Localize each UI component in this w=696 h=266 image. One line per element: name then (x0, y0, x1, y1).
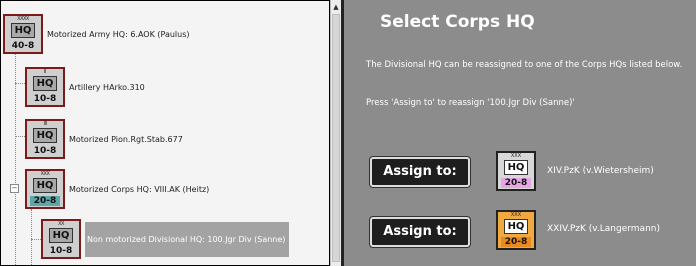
unit-strength: 40-8 (11, 41, 35, 51)
unit-strength: 20-8 (501, 178, 531, 188)
unit-strength: 20-8 (30, 196, 60, 206)
tree-node-corps-hq[interactable]: XXX HQ 20-8 Motorized Corps HQ: VIII.AK … (25, 169, 209, 209)
unit-strength: 10-8 (33, 146, 57, 156)
panel-description: The Divisional HQ can be reassigned to o… (366, 60, 683, 70)
corps-hq-counter: XXX HQ 20-8 (25, 169, 65, 209)
hq-symbol: HQ (33, 128, 57, 143)
panel-title: Select Corps HQ (380, 12, 535, 32)
corps-option-label: XIV.PzK (v.Wietersheim) (547, 166, 654, 176)
select-corps-panel: Select Corps HQ The Divisional HQ can be… (344, 0, 696, 266)
unit-size-pips: XXXX (17, 16, 29, 22)
assign-to-button-xiv-pzk[interactable]: Assign to: (370, 157, 470, 187)
tree-guide-line (15, 136, 25, 137)
tree-node-divisional-hq-selected[interactable]: XX HQ 10-8 Non motorized Divisional HQ: … (41, 219, 289, 259)
unit-size-pips: XXX (40, 171, 50, 177)
unit-strength: 10-8 (49, 246, 73, 256)
unit-strength: 10-8 (33, 94, 57, 104)
tree-node-label: Motorized Corps HQ: VIII.AK (Heitz) (69, 184, 210, 194)
tree-node-pioneer-regiment[interactable]: III HQ 10-8 Motorized Pion.Rgt.Stab.677 (25, 119, 183, 159)
tree-guide-line (15, 43, 16, 265)
xiv-pzk-counter[interactable]: XXX HQ 20-8 (496, 151, 536, 191)
hq-symbol: HQ (504, 219, 528, 234)
unit-size-pips: II (44, 69, 46, 75)
unit-size-pips: XX (58, 221, 64, 227)
hq-symbol: HQ (49, 228, 73, 243)
army-hq-counter: XXXX HQ 40-8 (3, 14, 43, 54)
tree-scrollbar[interactable]: ▲ (330, 0, 341, 266)
tree-guide-line (31, 209, 32, 265)
corps-option-label: XXIV.PzK (v.Langermann) (547, 224, 660, 234)
hq-symbol: HQ (504, 160, 528, 175)
assign-to-button-xxiv-pzk[interactable]: Assign to: (370, 217, 470, 247)
hq-symbol: HQ (33, 178, 57, 193)
tree-node-label: Motorized Pion.Rgt.Stab.677 (69, 134, 183, 144)
tree-node-army-hq[interactable]: XXXX HQ 40-8 Motorized Army HQ: 6.AOK (P… (3, 14, 190, 54)
panel-instruction: Press 'Assign to' to reassign '100.Jgr D… (366, 98, 575, 108)
unit-size-pips: III (43, 121, 47, 127)
artillery-counter: II HQ 10-8 (25, 67, 65, 107)
xxiv-pzk-counter[interactable]: XXX HQ 20-8 (496, 210, 536, 250)
collapse-toggle[interactable]: − (10, 184, 19, 193)
unit-strength: 20-8 (501, 237, 531, 247)
scroll-thumb[interactable] (332, 14, 340, 262)
tree-node-label: Artillery HArko.310 (69, 82, 145, 92)
hq-symbol: HQ (33, 76, 57, 91)
tree-node-artillery[interactable]: II HQ 10-8 Artillery HArko.310 (25, 67, 145, 107)
divisional-hq-counter: XX HQ 10-8 (41, 219, 81, 259)
hq-symbol: HQ (11, 23, 35, 38)
unit-size-pips: XXX (510, 153, 522, 159)
tree-node-label: Motorized Army HQ: 6.AOK (Paulus) (47, 29, 190, 39)
tree-guide-line (31, 239, 41, 240)
pioneer-counter: III HQ 10-8 (25, 119, 65, 159)
tree-guide-line (15, 83, 25, 84)
tree-node-label: Non motorized Divisional HQ: 100.Jgr Div… (85, 221, 289, 257)
scroll-up-arrow-icon[interactable]: ▲ (331, 2, 341, 12)
unit-size-pips: XXX (510, 212, 522, 218)
hq-tree-panel: XXXX HQ 40-8 Motorized Army HQ: 6.AOK (P… (0, 0, 330, 266)
